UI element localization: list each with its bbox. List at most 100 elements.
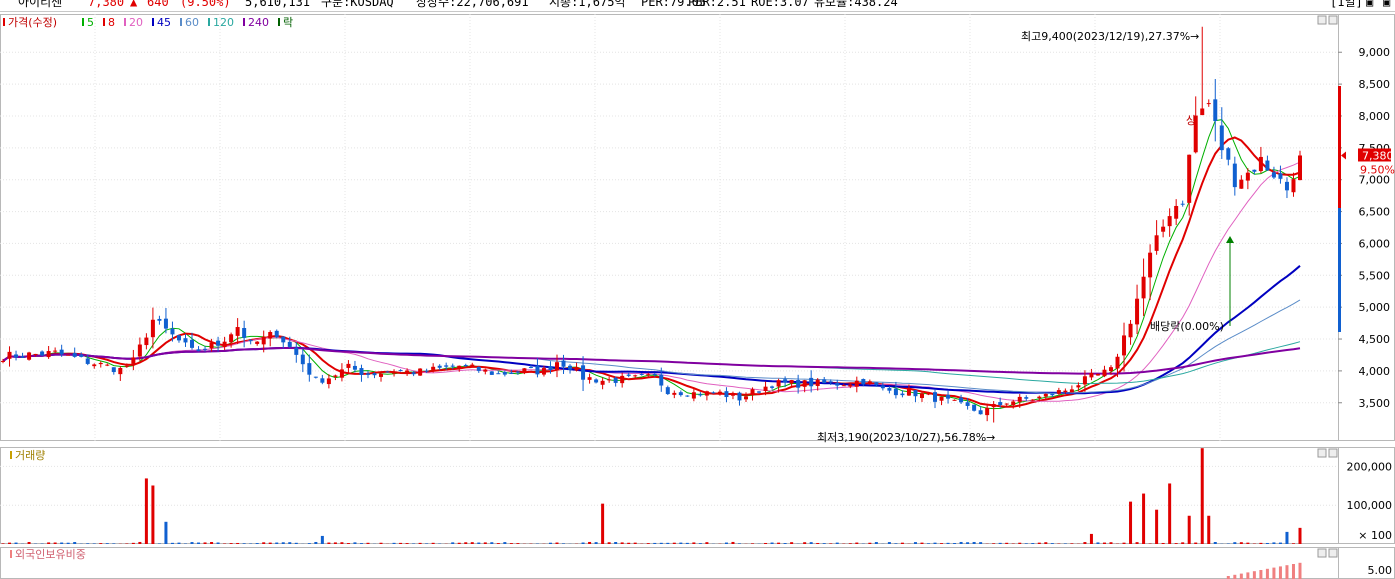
volume-bar	[294, 542, 298, 544]
candle-body	[952, 399, 957, 401]
volume-bar	[399, 542, 403, 544]
candle-body	[698, 394, 703, 396]
candle-body	[79, 354, 84, 357]
volume-bar	[216, 542, 220, 544]
foreign-tick-label: 5.00	[1368, 564, 1393, 577]
candle-body	[203, 348, 208, 350]
candle-body	[463, 364, 468, 366]
foreign-legend-swatch	[10, 550, 12, 558]
candle-body	[1187, 154, 1192, 203]
volume-bar	[946, 542, 950, 544]
candle-body	[998, 402, 1003, 405]
volume-bar	[288, 542, 292, 544]
volume-bar	[933, 542, 937, 544]
volume-bar	[516, 543, 520, 544]
candle-body	[405, 370, 410, 374]
panel-minimize-button[interactable]	[1317, 548, 1327, 558]
range-bar-down	[1338, 208, 1341, 332]
volume-bar	[242, 543, 246, 544]
candle-body	[789, 380, 794, 384]
candle-body	[105, 364, 110, 366]
y-tick-label: 4,000	[1359, 365, 1391, 378]
volume-bar	[262, 542, 266, 544]
candle-body	[1258, 156, 1263, 172]
candle-body	[385, 371, 390, 373]
volume-bar	[874, 542, 878, 544]
candle-body	[1291, 179, 1296, 193]
candle-body	[724, 391, 729, 398]
candle-body	[59, 349, 64, 355]
candle-body	[750, 389, 755, 395]
volume-bar	[920, 542, 924, 544]
panel-close-button[interactable]	[1328, 448, 1338, 458]
panel-minimize-button[interactable]	[1317, 448, 1327, 458]
ma-legend-label: 240	[248, 16, 269, 29]
volume-bar	[653, 542, 657, 544]
y-tick-label: 8,500	[1359, 78, 1391, 91]
candle-body	[770, 386, 775, 388]
candle-body	[737, 392, 742, 401]
volume-bar	[620, 542, 624, 544]
volume-bar	[633, 542, 637, 544]
candle-body	[1174, 205, 1179, 219]
candle-body	[867, 381, 872, 384]
volume-bar	[1, 543, 5, 544]
candle-body	[620, 375, 625, 384]
candle-body	[170, 328, 175, 335]
candle-body	[144, 337, 149, 346]
candle-body	[242, 328, 247, 338]
volume-bar	[1031, 543, 1035, 544]
candle-body	[222, 341, 227, 348]
candle-body	[1004, 403, 1009, 405]
volume-bar	[53, 542, 57, 544]
candle-body	[841, 385, 846, 387]
volume-bar	[607, 542, 611, 544]
candle-body	[613, 377, 618, 383]
candle-body	[27, 352, 32, 360]
candle-body	[887, 388, 892, 391]
panel-close-button[interactable]	[1328, 548, 1338, 558]
candle-body	[848, 384, 853, 387]
candle-body	[796, 379, 801, 388]
ex-legend-label: 락	[283, 16, 293, 29]
ma-legend-label: 5	[87, 16, 94, 29]
volume-bar	[855, 542, 859, 544]
volume-bar	[327, 542, 331, 544]
candle-body	[124, 365, 129, 367]
candle-body	[20, 356, 25, 358]
volume-bar	[496, 543, 500, 544]
ex-legend-swatch	[278, 18, 280, 26]
candle-body	[92, 364, 97, 367]
volume-bar	[483, 542, 487, 544]
candle-body	[874, 382, 879, 386]
candle-body	[300, 354, 305, 365]
volume-bar	[1102, 542, 1106, 544]
candle-body	[1278, 173, 1283, 179]
volume-bar	[966, 542, 970, 544]
volume-bar	[27, 542, 31, 544]
candle-body	[53, 350, 58, 352]
stock-chart[interactable]: 3,5004,0004,5005,0005,5006,0006,5007,000…	[0, 0, 1395, 579]
volume-bar	[105, 543, 109, 544]
candle-body	[561, 360, 566, 367]
volume-bar	[320, 535, 324, 544]
candle-body	[776, 380, 781, 387]
candle-body	[287, 341, 292, 347]
volume-bar	[197, 542, 201, 544]
volume-bar	[692, 542, 696, 544]
panel-minimize-button[interactable]	[1317, 15, 1327, 25]
candle-body	[985, 407, 990, 416]
high-annotation: 최고9,400(2023/12/19),27.37%→	[1021, 30, 1199, 43]
volume-bar	[340, 542, 344, 544]
candle-body	[1, 360, 5, 362]
volume-bar	[210, 542, 214, 544]
candle-body	[1056, 390, 1061, 394]
volume-bar	[144, 478, 148, 544]
candle-body	[118, 367, 123, 375]
candle-body	[639, 373, 644, 375]
volume-bar	[366, 542, 370, 544]
candle-body	[535, 365, 540, 375]
panel-close-button[interactable]	[1328, 15, 1338, 25]
candle-body	[1063, 390, 1068, 393]
candle-body	[470, 364, 475, 367]
